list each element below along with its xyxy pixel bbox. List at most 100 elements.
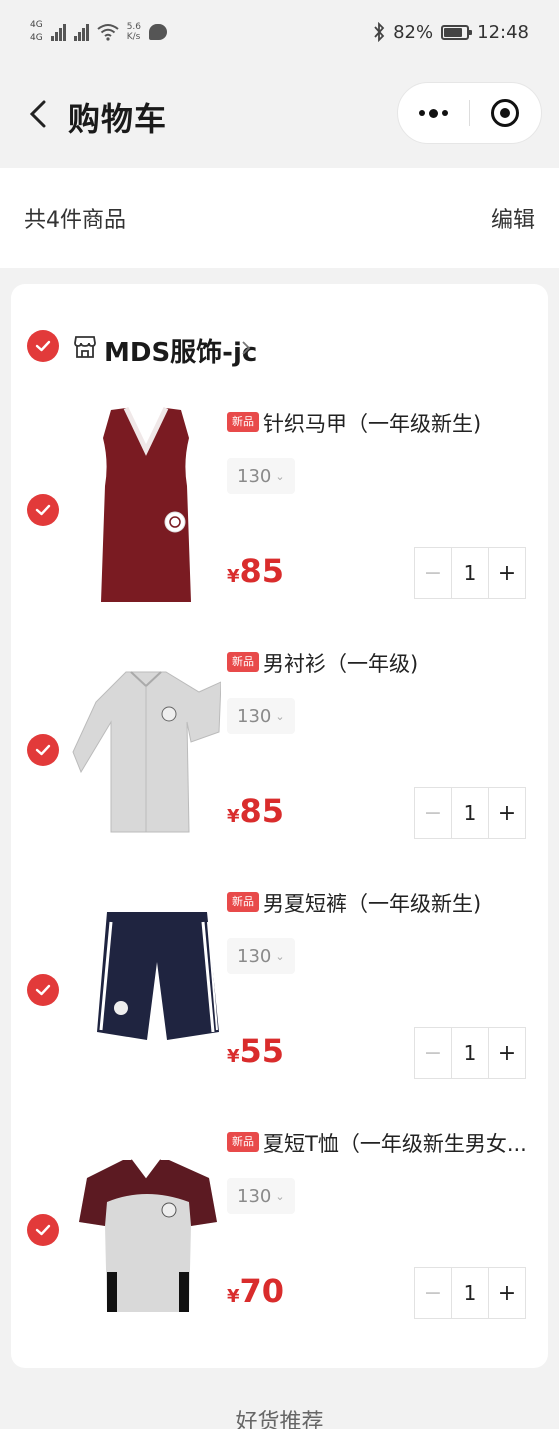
check-icon [35, 340, 51, 352]
quantity-value[interactable]: 1 [451, 788, 489, 838]
speed-value: 5.6 [126, 22, 142, 32]
network-speed: 5.6 K/s [127, 22, 141, 42]
quantity-value[interactable]: 1 [451, 1268, 489, 1318]
product-title[interactable]: 男衬衫（一年级) [263, 648, 533, 678]
new-tag: 新品 [227, 652, 259, 672]
new-tag: 新品 [227, 1132, 259, 1152]
quantity-value[interactable]: 1 [451, 548, 489, 598]
chevron-down-icon: ⌄ [275, 949, 285, 963]
recommend-heading: 好货推荐 [235, 1410, 324, 1429]
price-value: 85 [239, 792, 285, 830]
currency-symbol: ¥ [227, 566, 240, 587]
spec-value: 130 [237, 705, 272, 727]
battery-icon [441, 24, 473, 40]
sim1-label: 4G [30, 20, 43, 30]
product-image[interactable] [71, 402, 221, 614]
more-icon[interactable] [398, 83, 469, 143]
item-count: 共4件商品 [24, 208, 126, 233]
store-name: MDS服饰-jc [104, 338, 258, 368]
spec-value: 130 [237, 1185, 272, 1207]
status-left: 4G 4G 5.6 K/s [30, 20, 168, 44]
target-icon [491, 99, 520, 127]
cart-item: 新品 针织马甲（一年级新生) 130 ⌄ ¥85 − 1 + [11, 402, 548, 642]
currency-symbol: ¥ [227, 806, 240, 827]
decrease-button[interactable]: − [415, 788, 451, 838]
item-select-checkbox[interactable] [27, 1214, 59, 1246]
product-image[interactable] [71, 882, 221, 1094]
decrease-button[interactable]: − [415, 1268, 451, 1318]
cart-item: 新品 夏短T恤（一年级新生男女... 130 ⌄ ¥70 − 1 + [11, 1122, 548, 1362]
spec-value: 130 [237, 465, 272, 487]
store-header[interactable]: MDS服饰-jc [11, 324, 548, 374]
check-icon [35, 984, 51, 996]
nav-bar: 购物车 [0, 64, 559, 164]
wifi-icon [97, 24, 119, 41]
bluetooth-icon [374, 22, 385, 42]
status-bar: 4G 4G 5.6 K/s 82% 12:48 [0, 0, 559, 64]
product-title[interactable]: 夏短T恤（一年级新生男女... [263, 1128, 533, 1158]
close-mini-program-button[interactable] [470, 83, 541, 143]
signal-icon [50, 23, 66, 41]
cart-item: 新品 男衬衫（一年级) 130 ⌄ ¥85 − 1 + [11, 642, 548, 882]
price-value: 55 [239, 1032, 285, 1070]
increase-button[interactable]: + [489, 788, 525, 838]
shorts-image [97, 912, 219, 1040]
decrease-button[interactable]: − [415, 548, 451, 598]
store-icon [74, 336, 96, 358]
item-select-checkbox[interactable] [27, 974, 59, 1006]
mini-program-capsule [397, 82, 542, 144]
message-icon [149, 24, 168, 40]
spec-value: 130 [237, 945, 272, 967]
check-icon [35, 1224, 51, 1236]
spec-selector[interactable]: 130 ⌄ [227, 698, 295, 734]
clock: 12:48 [477, 21, 529, 43]
quantity-stepper: − 1 + [414, 1267, 526, 1319]
increase-button[interactable]: + [489, 1028, 525, 1078]
chevron-down-icon: ⌄ [275, 469, 285, 483]
quantity-stepper: − 1 + [414, 787, 526, 839]
cart-item: 新品 男夏短裤（一年级新生) 130 ⌄ ¥55 − 1 + [11, 882, 548, 1122]
price-value: 70 [239, 1272, 285, 1310]
polo-shirt-image [79, 1159, 217, 1312]
increase-button[interactable]: + [489, 1268, 525, 1318]
back-icon[interactable] [22, 96, 58, 132]
product-title[interactable]: 男夏短裤（一年级新生) [263, 888, 533, 918]
item-select-checkbox[interactable] [27, 494, 59, 526]
edit-button[interactable]: 编辑 [491, 202, 535, 234]
sim2-label: 4G [30, 33, 43, 43]
check-icon [35, 504, 51, 516]
sim-indicators: 4G 4G [30, 20, 43, 44]
status-right: 82% 12:48 [373, 22, 529, 43]
vest-image [101, 406, 191, 602]
page-title: 购物车 [68, 100, 168, 138]
store-select-checkbox[interactable] [27, 330, 59, 362]
shirt-image [72, 671, 222, 833]
product-title[interactable]: 针织马甲（一年级新生) [263, 408, 533, 438]
signal-icon-2 [73, 23, 89, 41]
speed-unit: K/s [126, 32, 141, 42]
spec-selector[interactable]: 130 ⌄ [227, 458, 295, 494]
spec-selector[interactable]: 130 ⌄ [227, 1178, 295, 1214]
new-tag: 新品 [227, 892, 259, 912]
spec-selector[interactable]: 130 ⌄ [227, 938, 295, 974]
price-value: 85 [239, 552, 285, 590]
store-cart-card: MDS服饰-jc 新品 针织马甲（一年级新生) 130⌄ ¥85 − 1 + [11, 284, 548, 1368]
currency-symbol: ¥ [227, 1046, 240, 1067]
currency-symbol: ¥ [227, 1286, 240, 1307]
item-select-checkbox[interactable] [27, 734, 59, 766]
quantity-stepper: − 1 + [414, 1027, 526, 1079]
chevron-right-icon [242, 341, 251, 355]
decrease-button[interactable]: − [415, 1028, 451, 1078]
check-icon [35, 744, 51, 756]
product-image[interactable] [71, 642, 222, 854]
chevron-down-icon: ⌄ [275, 1189, 285, 1203]
product-price: ¥55 [227, 1032, 284, 1070]
increase-button[interactable]: + [489, 548, 525, 598]
product-price: ¥70 [227, 1272, 284, 1310]
product-price: ¥85 [227, 552, 284, 590]
quantity-value[interactable]: 1 [451, 1028, 489, 1078]
chevron-down-icon: ⌄ [275, 709, 285, 723]
quantity-stepper: − 1 + [414, 547, 526, 599]
product-image[interactable] [71, 1122, 221, 1334]
product-price: ¥85 [227, 792, 284, 830]
